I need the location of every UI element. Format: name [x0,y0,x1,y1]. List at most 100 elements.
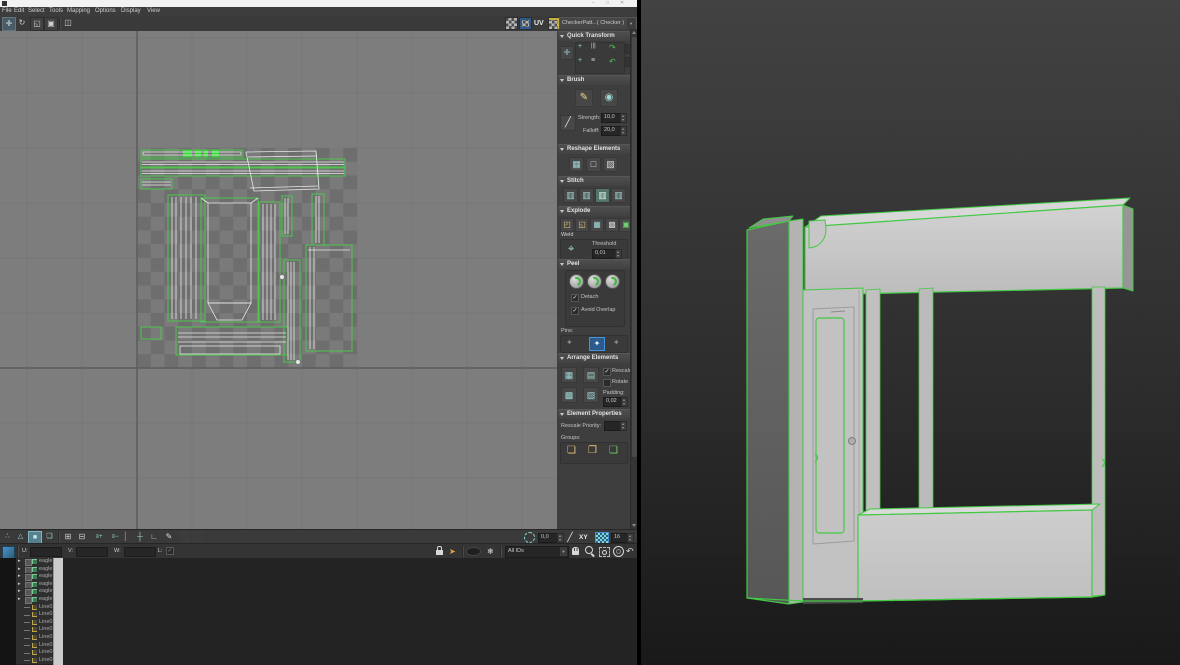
lock-selection-icon[interactable] [436,546,443,555]
zoom-to-gizmo-icon[interactable]: ↶ [626,544,634,558]
list-item[interactable]: ▸ eagle [16,558,57,566]
group-ungroup-icon[interactable]: ❐ [588,445,597,456]
show-grid-icon[interactable] [505,17,518,30]
zoom-tool-icon[interactable] [585,546,593,554]
list-item[interactable]: ▸ eagle [16,588,57,596]
lock-aspect-checkbox[interactable]: ✓ [166,547,174,555]
list-item[interactable]: Line0 [16,649,57,657]
edge-ring-icon[interactable]: ≡− [108,531,122,543]
falloff-spinner[interactable] [620,126,627,136]
uv-canvas[interactable] [0,31,557,529]
minimize-icon[interactable]: – [592,0,595,7]
expand-arrow-icon[interactable]: ▸ [18,566,21,574]
menu-mapping[interactable]: Mapping [67,7,90,16]
pelt-map-icon[interactable] [605,274,620,289]
zoom-extents-icon[interactable] [613,546,624,557]
zoom-region-icon[interactable] [599,547,610,557]
list-item[interactable]: ▸ eagle [16,573,57,581]
rescale-checkbox[interactable]: ✓ [603,368,611,376]
pin-tool-icon[interactable]: ✦ [566,338,573,347]
rescale-elements-button[interactable]: ▧ [583,387,599,403]
menu-select[interactable]: Select [28,7,45,16]
edge-loop-icon[interactable]: ≡+ [92,531,106,543]
rollout-stitch[interactable]: Stitch [558,176,637,186]
maximize-icon[interactable]: □ [606,0,609,7]
list-item[interactable]: Line0 [16,618,57,627]
detach-checkbox[interactable]: ✓ [571,294,579,302]
uv-channel-label[interactable]: UV [534,17,544,30]
pack-together-button[interactable]: ▤ [583,367,599,383]
freeform-tool-icon[interactable]: ▣ [44,17,58,31]
menu-tools[interactable]: Tools [49,7,63,16]
display-toggle-icon[interactable] [25,581,32,589]
paint-move-brush-button[interactable]: ✎ [575,89,593,107]
break-corners-button[interactable]: ◱ [575,218,589,232]
rollout-element-properties[interactable]: Element Properties [558,409,637,419]
scroll-up-icon[interactable] [632,31,636,34]
filter-selected-faces-icon[interactable]: ➤ [449,545,456,558]
rollout-explode[interactable]: Explode [558,206,637,216]
rotate-ccw-icon[interactable]: ↶ [609,57,616,66]
list-item[interactable]: ▸ eagle [16,596,57,604]
align-horizontal-icon[interactable]: + [578,43,582,50]
shrink-selection-icon[interactable]: ⊟ [76,531,88,543]
list-item[interactable]: Line0 [16,656,57,665]
rotate-cw-icon[interactable]: ↷ [609,43,616,52]
rotate-checkbox[interactable] [603,379,611,387]
element-mode-icon[interactable]: ❑ [44,531,55,543]
edge-mode-icon[interactable]: △ [15,531,26,543]
rollout-arrange-elements[interactable]: Arrange Elements [558,353,637,363]
rollout-peel[interactable]: Peel [558,259,637,269]
scale-tool-icon[interactable]: ◱ [30,17,44,31]
perspective-viewport[interactable] [641,0,1180,665]
rollout-quick-transform[interactable]: Quick Transform [558,31,637,41]
grid-size-spinner[interactable] [627,533,634,543]
menu-options[interactable]: Options [95,7,116,16]
peel-mode-icon[interactable] [587,274,602,289]
paint-select-icon[interactable]: ✎ [163,531,175,543]
rescale-priority-spinner[interactable] [620,421,627,431]
threshold-spinner[interactable] [615,249,622,259]
grow-selection-icon[interactable]: ⊞ [62,531,74,543]
menu-view[interactable]: View [147,7,160,16]
show-map-icon[interactable] [519,17,532,30]
pan-tool-icon[interactable] [572,547,579,555]
padding-spinner[interactable] [621,397,628,407]
stitch-custom-button[interactable]: ▥ [563,188,578,203]
strength-spinner[interactable] [620,113,627,123]
display-toggle-icon[interactable] [25,597,32,604]
axis-constraint-label[interactable]: XY [579,532,588,543]
list-item[interactable]: ▸ eagle [16,565,57,574]
explorer-scrollbar[interactable] [53,558,63,665]
align-to-pivot-icon[interactable]: ∟ [148,531,160,543]
move-tool-icon[interactable]: ✛ [2,17,16,31]
pack-full-button[interactable]: ▩ [561,387,577,403]
stitch-target-button[interactable]: ▥ [611,188,626,203]
space-horizontal-icon[interactable]: ≡ [591,57,595,64]
weld-selected-icon[interactable]: ⌖ [568,242,574,256]
display-toggle-icon[interactable] [25,574,32,581]
space-vertical-icon[interactable]: ||| [591,43,596,49]
snap-toggle-icon[interactable]: ❄ [487,545,494,558]
soft-selection-icon[interactable] [524,532,535,543]
break-button[interactable]: ◰ [560,218,574,232]
list-item[interactable]: Line0 [16,611,57,619]
quick-peel-icon[interactable] [569,274,584,289]
scroll-down-icon[interactable] [632,524,636,527]
material-id-dropdown[interactable]: All IDs ▼ [505,546,569,558]
expand-arrow-icon[interactable]: ▸ [18,581,21,589]
flatten-by-group-button[interactable]: ▦ [590,218,604,232]
menu-edit[interactable]: Edit [14,7,24,16]
rollout-reshape-elements[interactable]: Reshape Elements [558,144,637,154]
list-item[interactable]: Line0 [16,626,57,634]
mirror-tool-icon[interactable]: ◫ [62,17,74,29]
list-item[interactable]: Line0 [16,641,57,650]
straighten-selection-button[interactable]: ▦ [569,157,584,172]
list-item[interactable]: Line0 [16,634,57,642]
falloff-curve-icon[interactable]: ╱ [565,531,575,543]
display-toggle-icon[interactable] [25,589,32,596]
falloff-type-button[interactable]: ╱ [560,115,576,131]
group-select-icon[interactable]: ❑ [609,445,618,456]
expand-arrow-icon[interactable]: ▸ [18,588,21,596]
pack-normalize-button[interactable]: ▦ [561,367,577,383]
